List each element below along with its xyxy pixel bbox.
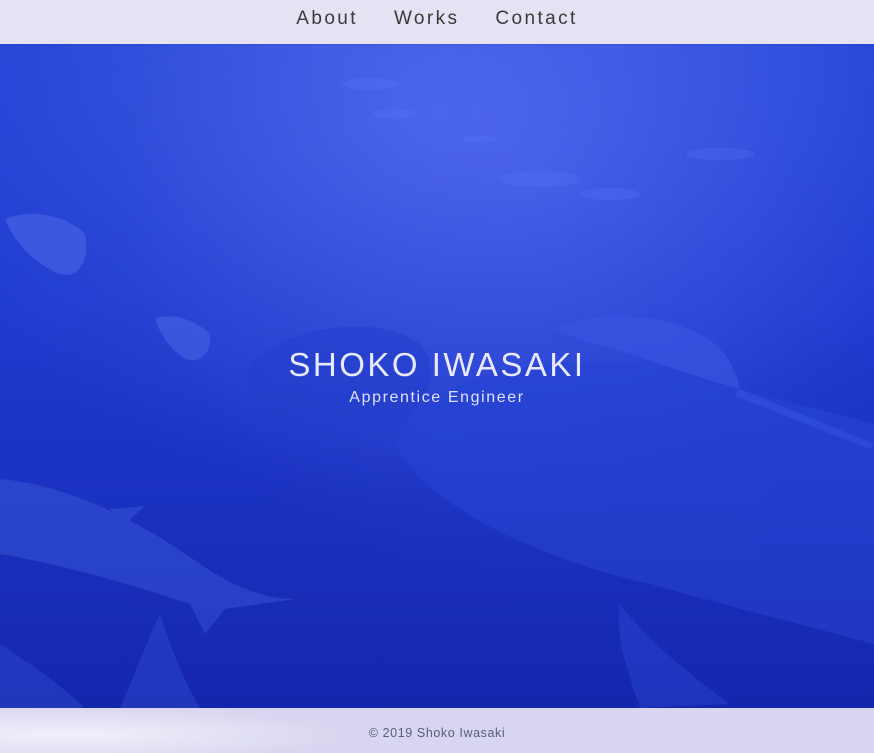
nav-link-works[interactable]: Works [394, 8, 459, 30]
hero-section: SHOKO IWASAKI Apprentice Engineer [0, 44, 874, 708]
hero-subtitle: Apprentice Engineer [349, 389, 525, 406]
footer-copyright: © 2019 Shoko Iwasaki [368, 726, 506, 740]
nav-link-about[interactable]: About [296, 8, 358, 30]
top-navigation: About Works Contact [0, 0, 874, 44]
footer: © 2019 Shoko Iwasaki [0, 708, 874, 753]
hero-title: SHOKO IWASAKI [288, 346, 586, 383]
nav-link-contact[interactable]: Contact [495, 8, 577, 30]
